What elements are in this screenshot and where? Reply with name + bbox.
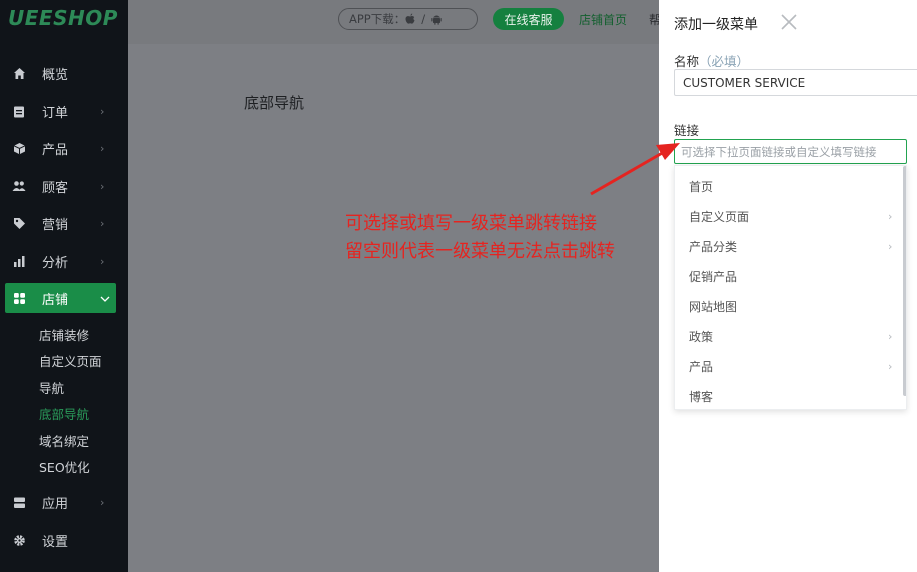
dropdown-option-products[interactable]: 产品 › [675,351,903,381]
app-download-label: APP下载： [349,12,406,26]
clipboard-icon [12,104,26,118]
bar-chart-icon [12,254,26,268]
chevron-right-icon: › [888,359,893,373]
sidebar-item-label: 顾客 [42,180,69,196]
sidebar-item-customers[interactable]: 顾客 › [0,171,128,201]
link-field-label: 链接 [674,123,700,138]
sidebar-item-label: 概览 [42,67,69,83]
sidebar-item-label: 营销 [42,217,69,233]
logo[interactable]: UEESHOP [8,6,118,30]
sidebar-item-label: 设置 [42,534,69,550]
option-label: 自定义页面 [689,209,750,224]
annotation-line-1: 可选择或填写一级菜单跳转链接 [345,213,597,234]
page-title: 底部导航 [244,94,305,112]
option-label: 促销产品 [689,269,738,284]
sidebar-item-marketing[interactable]: 营销 › [0,208,128,238]
top-bar: APP下载： / 在线客服 店铺首页 帮 [128,0,661,44]
stack-icon [12,495,26,509]
option-label: 网站地图 [689,299,738,314]
link-input[interactable] [674,139,907,164]
users-icon [12,179,26,193]
annotation-line-2: 留空则代表一级菜单无法点击跳转 [345,241,615,262]
main-content: 底部导航 [128,44,659,572]
chevron-right-icon: › [100,216,105,230]
close-icon[interactable] [780,13,798,31]
option-label: 产品 [689,359,714,374]
link-dropdown: 首页 自定义页面 › 产品分类 › 促销产品 网站地图 政策 › 产品 › 博客 [674,165,907,410]
app-separator: / [421,12,426,26]
sidebar-item-products[interactable]: 产品 › [0,133,128,163]
store-home-link[interactable]: 店铺首页 [579,11,627,28]
android-icon[interactable] [431,13,442,25]
chevron-right-icon: › [100,141,105,155]
dropdown-option-product-category[interactable]: 产品分类 › [675,231,903,261]
sidebar-item-overview[interactable]: 概览 [0,58,128,88]
gear-icon [12,533,26,547]
box-icon [12,141,26,155]
online-service-button[interactable]: 在线客服 [493,8,564,30]
home-icon [12,66,26,80]
option-label: 博客 [689,389,714,404]
chevron-right-icon: › [100,104,105,118]
sidebar-item-label: 订单 [42,105,69,121]
apple-icon[interactable] [405,13,415,25]
sidebar-subitem-domain-binding[interactable]: 域名绑定 [39,431,89,450]
sidebar-item-label: 产品 [42,142,69,158]
sidebar-item-orders[interactable]: 订单 › [0,96,128,126]
panel-title: 添加一级菜单 [674,17,758,33]
chevron-right-icon: › [100,179,105,193]
option-label: 首页 [689,179,714,194]
name-input[interactable] [674,69,917,96]
chevron-right-icon: › [100,254,105,268]
option-label: 政策 [689,329,714,344]
sidebar-item-label: 分析 [42,255,69,271]
sidebar-item-label: 应用 [42,496,69,512]
sidebar-subitem-footer-navigation[interactable]: 底部导航 [39,404,89,423]
dropdown-scrollbar[interactable] [903,166,906,396]
dropdown-option-custom-page[interactable]: 自定义页面 › [675,201,903,231]
dropdown-option-blog[interactable]: 博客 [675,381,903,409]
dropdown-option-sitemap[interactable]: 网站地图 [675,291,903,321]
dropdown-option-policy[interactable]: 政策 › [675,321,903,351]
sidebar-subitem-custom-pages[interactable]: 自定义页面 [39,351,102,370]
name-label-text: 名称 [674,54,700,69]
chevron-right-icon: › [888,209,893,223]
sidebar-item-analytics[interactable]: 分析 › [0,246,128,276]
sidebar: UEESHOP 概览 订单 › 产品 › 顾客 › 营销 › 分析 › 店铺 店… [0,0,128,572]
required-hint: （必填） [699,54,750,69]
sidebar-item-apps[interactable]: 应用 › [0,487,128,517]
grid-icon [12,291,26,305]
option-label: 产品分类 [689,239,738,254]
chevron-right-icon: › [888,239,893,253]
sidebar-item-settings[interactable]: 设置 [0,525,128,555]
dropdown-option-home[interactable]: 首页 [675,171,903,201]
chevron-right-icon: › [888,329,893,343]
chevron-right-icon: › [100,495,105,509]
sidebar-subitem-navigation[interactable]: 导航 [39,378,64,397]
app-download-pill: APP下载： / [338,8,478,30]
sidebar-subitem-seo[interactable]: SEO优化 [39,457,90,476]
sidebar-item-store[interactable]: 店铺 [5,283,116,313]
chevron-down-icon [100,292,110,305]
tag-icon [12,216,26,230]
sidebar-item-label: 店铺 [42,292,69,308]
dropdown-option-promo-products[interactable]: 促销产品 [675,261,903,291]
name-field-label: 名称（必填） [674,51,749,70]
sidebar-subitem-store-decoration[interactable]: 店铺装修 [39,325,89,344]
add-menu-panel: 添加一级菜单 名称（必填） 链接 首页 自定义页面 › 产品分类 › 促销产品 网站… [659,0,917,572]
